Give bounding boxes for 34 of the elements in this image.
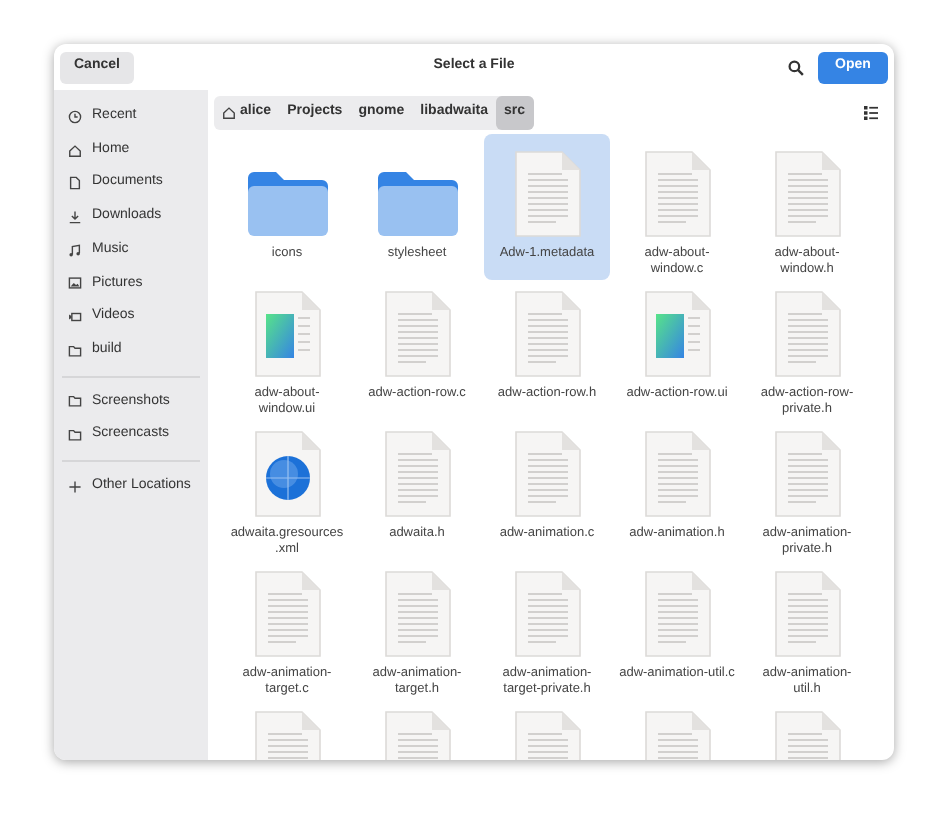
document-icon: [513, 290, 581, 378]
folder-icon: [375, 170, 459, 238]
globe-document-icon: [253, 430, 321, 518]
document-icon: [773, 430, 841, 518]
folder-icon: [68, 394, 82, 409]
image-icon: [68, 276, 82, 291]
download-icon: [68, 209, 82, 224]
document-icon: [643, 150, 711, 238]
document-icon: [773, 150, 841, 238]
document-icon: [253, 290, 321, 378]
search-icon[interactable]: [788, 59, 804, 75]
document-icon: [383, 570, 451, 658]
folder-icon: [68, 343, 82, 358]
document-icon: [513, 150, 581, 238]
clock-icon: [68, 109, 82, 124]
home-icon: [68, 143, 82, 158]
document-icon: [383, 430, 451, 518]
music-icon: [68, 243, 82, 258]
plus-icon: [68, 479, 82, 494]
document-icon: [643, 430, 711, 518]
document-icon: [513, 430, 581, 518]
document-icon: [513, 570, 581, 658]
document-icon: [643, 570, 711, 658]
folder-icon: [68, 428, 82, 443]
camera-icon: [68, 309, 82, 324]
document-icon: [383, 290, 451, 378]
folder-icon: [245, 170, 329, 238]
document-icon: [643, 290, 711, 378]
list-view-icon[interactable]: [864, 105, 878, 119]
document-icon: [773, 290, 841, 378]
document-icon: [773, 570, 841, 658]
home-icon: [222, 105, 236, 119]
document-icon: [68, 176, 82, 191]
document-icon: [253, 570, 321, 658]
